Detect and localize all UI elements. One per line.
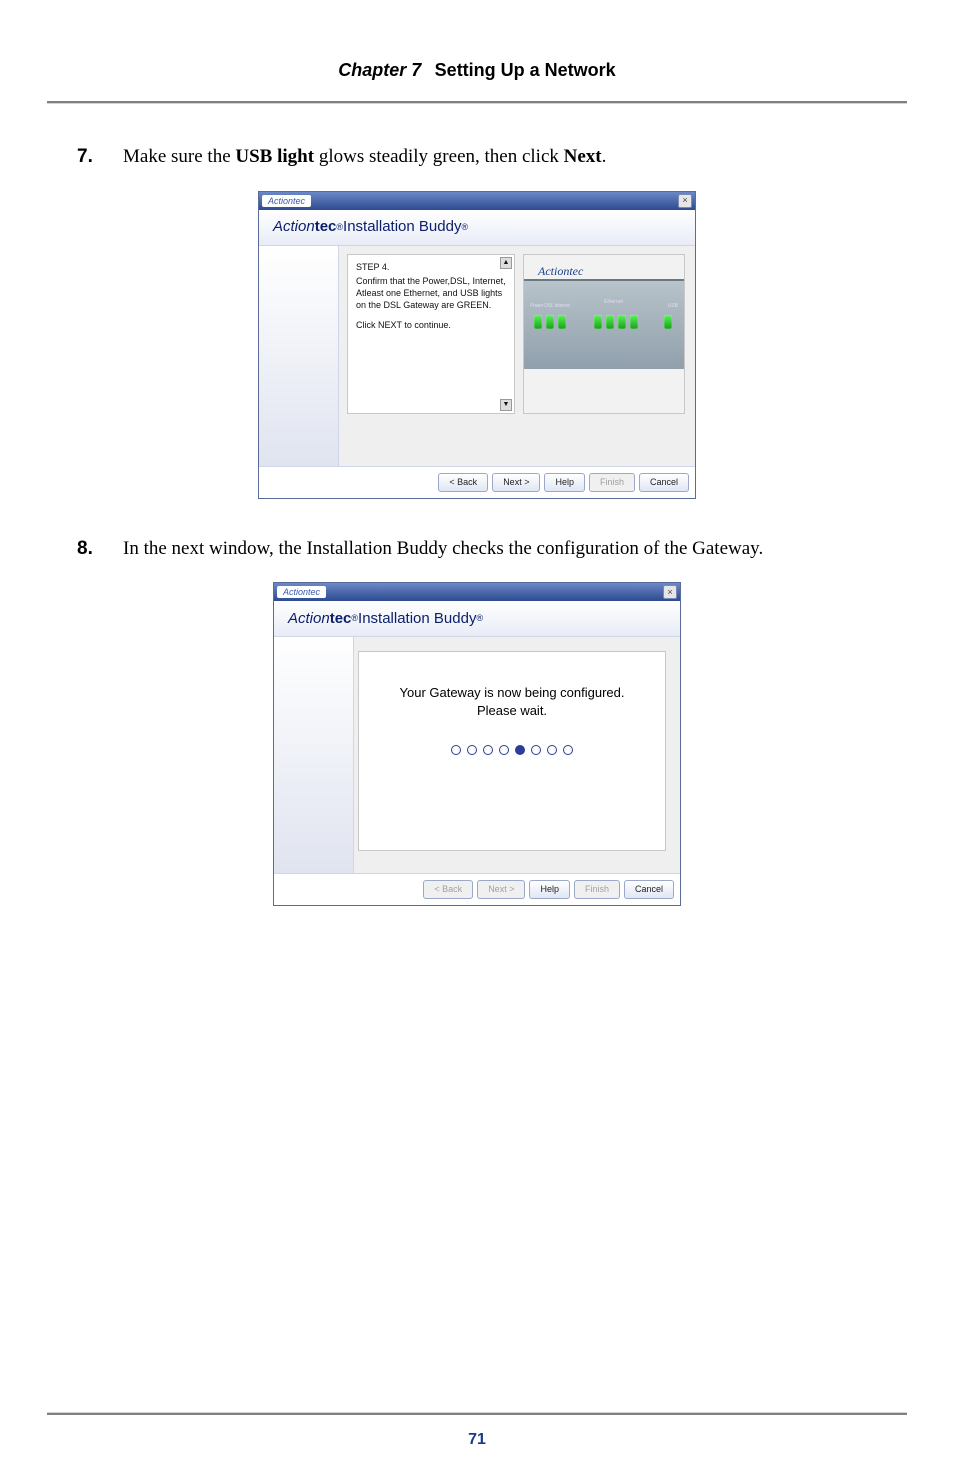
eth1-light-icon [594,315,602,329]
status-line-1: Your Gateway is now being configured. [359,684,665,702]
instruction-panel: ▲ STEP 4. Confirm that the Power,DSL, In… [347,254,515,414]
chapter-title: Setting Up a Network [435,60,616,80]
eth4-light-icon [630,315,638,329]
step-8: 8. In the next window, the Installation … [77,535,877,563]
back-button[interactable]: < Back [438,473,488,492]
window-footer-1: < Back Next > Help Finish Cancel [259,466,695,498]
step7-bold1: USB light [235,146,314,167]
close-icon[interactable]: × [663,585,677,599]
scroll-down-icon[interactable]: ▼ [500,399,512,411]
chapter-label: Chapter 7 [338,60,421,80]
step-text: Make sure the USB light glows steadily g… [123,143,877,171]
step-body-a: Confirm that the Power,DSL, Internet, At… [356,275,506,311]
progress-dot [547,745,557,755]
installer-window-1: Actiontec × Actiontec® Installation Budd… [258,191,696,499]
lights-usb [664,315,672,329]
window-titlebar: Actiontec × [274,583,680,601]
chapter-header: Chapter 7 Setting Up a Network [47,0,907,103]
finish-button: Finish [574,880,620,899]
window-titlebar: Actiontec × [259,192,695,210]
progress-dot [531,745,541,755]
power-light-icon [534,315,542,329]
help-button[interactable]: Help [544,473,585,492]
dsl-light-icon [546,315,554,329]
step-number: 7. [77,143,123,171]
footer-rule [47,1413,907,1415]
app-title: Actiontec® Installation Buddy® [259,210,695,246]
device-photo: Actiontec Power DSL Internet Ethernet US… [523,254,685,414]
progress-dot [499,745,509,755]
side-strip [274,637,354,873]
light-labels-left: Power DSL Internet [530,303,570,310]
window-body-1: ▲ STEP 4. Confirm that the Power,DSL, In… [259,246,695,466]
usb-light-icon [664,315,672,329]
device-body: Actiontec Power DSL Internet Ethernet US… [524,279,684,369]
titlebar-logo: Actiontec [262,195,311,207]
progress-dot [467,745,477,755]
finish-button: Finish [589,473,635,492]
eth3-light-icon [618,315,626,329]
window-footer-2: < Back Next > Help Finish Cancel [274,873,680,905]
step-body-b: Click NEXT to continue. [356,319,506,331]
progress-dot [515,745,525,755]
internet-light-icon [558,315,566,329]
progress-indicator [359,745,665,755]
page-number: 71 [0,1431,954,1449]
progress-dot [483,745,493,755]
figure-1: Actiontec × Actiontec® Installation Budd… [77,191,877,499]
close-icon[interactable]: × [678,194,692,208]
content-body: 7. Make sure the USB light glows steadil… [77,143,877,906]
brand-italic: Action [288,608,330,630]
installer-window-2: Actiontec × Actiontec® Installation Budd… [273,582,681,906]
next-button: Next > [477,880,525,899]
device-logo-text: Actiontec [538,263,583,280]
brand-bold: tec [315,216,337,238]
reg-mark: ® [336,221,343,234]
reg-mark-2: ® [461,221,468,234]
reg-mark-2: ® [476,612,483,625]
brand-bold: tec [330,608,352,630]
lights-left [534,315,566,329]
window-body-2: Your Gateway is now being configured. Pl… [274,637,680,873]
status-line-2: Please wait. [359,702,665,720]
ethernet-label: Ethernet [604,299,623,306]
help-button[interactable]: Help [529,880,570,899]
app-name-suffix: Installation Buddy [358,608,476,630]
eth2-light-icon [606,315,614,329]
lights-ethernet [594,315,638,329]
step7-pre: Make sure the [123,146,235,167]
app-title: Actiontec® Installation Buddy® [274,601,680,637]
cancel-button[interactable]: Cancel [639,473,689,492]
step7-post: . [602,146,607,167]
progress-dot [563,745,573,755]
cancel-button[interactable]: Cancel [624,880,674,899]
app-name-suffix: Installation Buddy [343,216,461,238]
scroll-up-icon[interactable]: ▲ [500,257,512,269]
step7-bold2: Next [564,146,602,167]
step-7: 7. Make sure the USB light glows steadil… [77,143,877,171]
brand-italic: Action [273,216,315,238]
status-panel: Your Gateway is now being configured. Pl… [358,651,666,851]
side-strip [259,246,339,466]
reg-mark: ® [351,612,358,625]
next-button[interactable]: Next > [492,473,540,492]
back-button: < Back [423,880,473,899]
step7-mid: glows steadily green, then click [314,146,564,167]
step-number: 8. [77,535,123,563]
step-text: In the next window, the Installation Bud… [123,535,877,563]
figure-2: Actiontec × Actiontec® Installation Budd… [77,582,877,906]
step-title: STEP 4. [356,261,506,273]
usb-label: USB [668,303,678,310]
progress-dot [451,745,461,755]
titlebar-logo: Actiontec [277,586,326,598]
